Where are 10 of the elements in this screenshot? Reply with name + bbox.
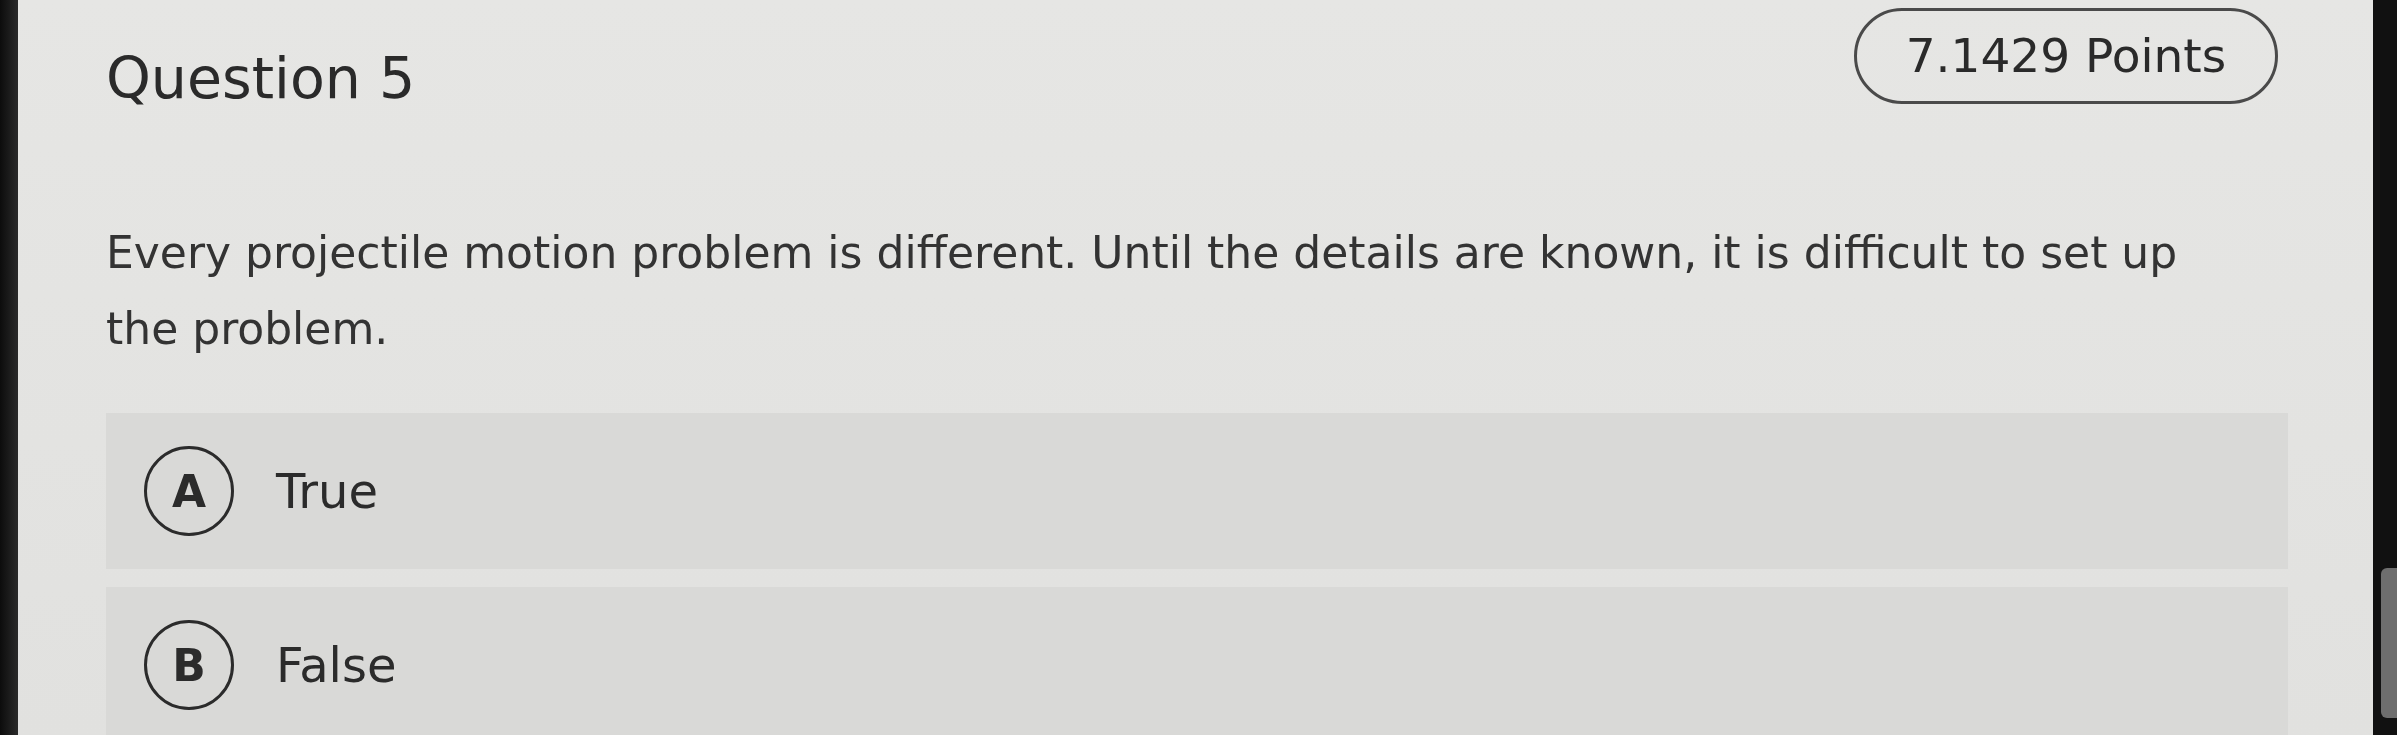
answer-option[interactable]: A True <box>106 413 2288 569</box>
answer-option[interactable]: B False <box>106 587 2288 735</box>
option-letter: A <box>144 446 234 536</box>
question-title: Question 5 <box>106 44 416 112</box>
option-label: False <box>276 637 397 693</box>
scrollbar-thumb[interactable] <box>2381 568 2397 718</box>
option-label: True <box>276 463 378 519</box>
option-letter: B <box>144 620 234 710</box>
question-text: Every projectile motion problem is different. Until the details are known, it is difficult to set up the problem. <box>106 226 2179 356</box>
points-value: 7.1429 Points <box>1854 8 2278 104</box>
